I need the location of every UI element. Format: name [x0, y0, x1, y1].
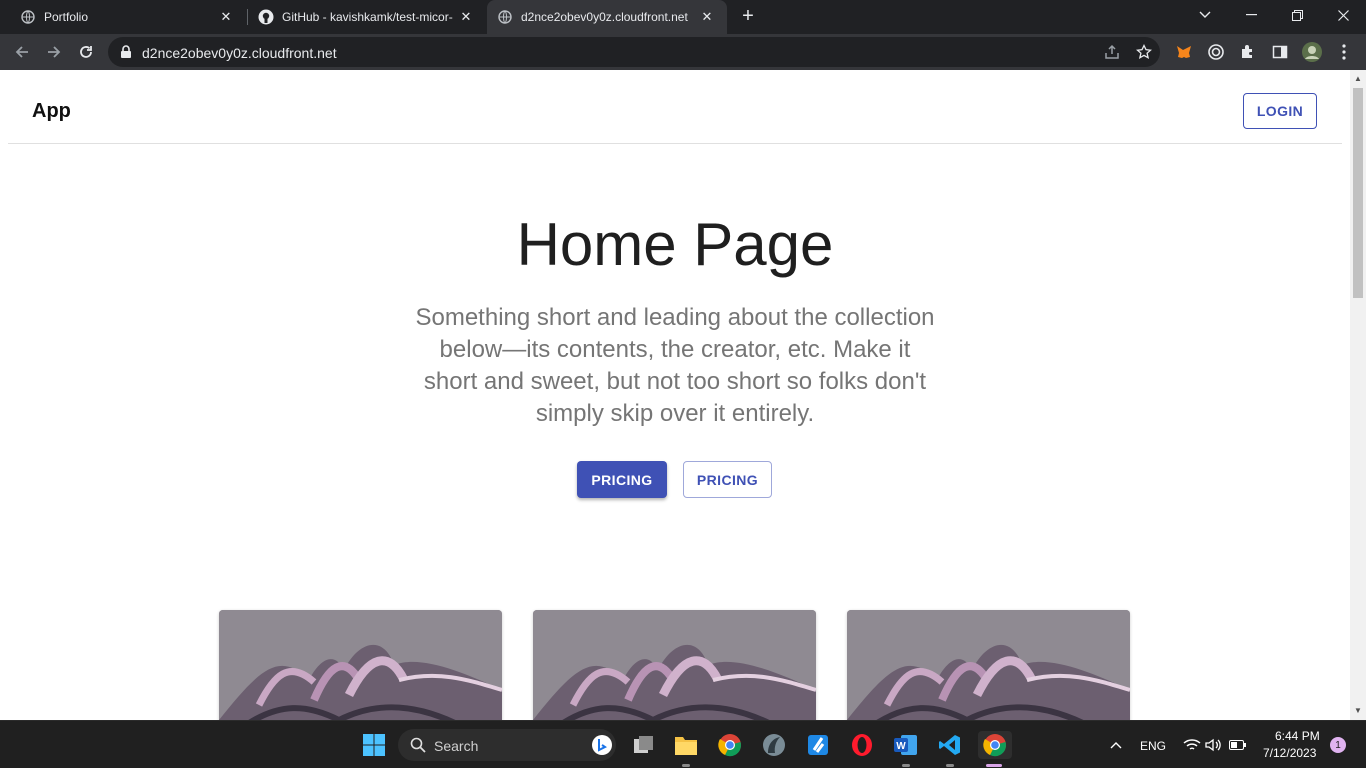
restore-button[interactable] [1274, 0, 1320, 30]
share-icon[interactable] [1104, 44, 1120, 60]
language-indicator[interactable]: ENG [1140, 739, 1166, 753]
tab-github[interactable]: GitHub - kavishkamk/test-micor- ✕ [238, 0, 486, 34]
chevron-down-icon [1199, 11, 1211, 18]
arrow-right-icon [48, 46, 61, 58]
chrome-active-icon[interactable] [978, 731, 1012, 759]
running-indicator [682, 764, 690, 767]
close-icon[interactable]: ✕ [699, 9, 715, 25]
lock-icon[interactable] [120, 45, 132, 64]
page-viewport: App LOGIN Home Page Something short and … [0, 70, 1350, 720]
windows-taskbar: Search W ENG 6:44 PM 7/12/2023 1 [0, 720, 1366, 768]
page-scrollbar[interactable]: ▲ ▼ [1350, 70, 1366, 720]
clock-date[interactable]: 7/12/2023 [1263, 746, 1316, 760]
flutter-icon[interactable] [804, 731, 832, 759]
abstract-art-image [847, 610, 1130, 720]
task-view-icon[interactable] [630, 731, 658, 759]
file-explorer-icon[interactable] [672, 731, 700, 759]
brand-title[interactable]: App [32, 100, 71, 123]
running-indicator [946, 764, 954, 767]
battery-icon[interactable] [1224, 731, 1252, 759]
tab-title: d2nce2obev0y0z.cloudfront.net [521, 10, 688, 24]
url-text: d2nce2obev0y0z.cloudfront.net [142, 45, 337, 61]
tab-title: Portfolio [44, 10, 89, 24]
clock-time[interactable]: 6:44 PM [1275, 729, 1320, 743]
notification-badge[interactable]: 1 [1330, 737, 1346, 753]
tab-cloudfront[interactable]: d2nce2obev0y0z.cloudfront.net ✕ [487, 0, 727, 34]
word-icon[interactable]: W [892, 731, 920, 759]
svg-text:W: W [896, 741, 906, 752]
close-window-button[interactable] [1320, 0, 1366, 30]
extensions-puzzle-icon[interactable] [1238, 42, 1258, 62]
chevron-up-icon[interactable] [1102, 731, 1130, 759]
address-bar[interactable]: d2nce2obev0y0z.cloudfront.net [108, 37, 1160, 67]
search-icon [410, 737, 426, 753]
taskbar-search[interactable]: Search [398, 729, 616, 761]
vscode-icon[interactable] [936, 731, 964, 759]
tab-search-button[interactable] [1182, 0, 1228, 30]
scroll-down-arrow[interactable]: ▼ [1354, 707, 1362, 715]
app-round-icon[interactable] [760, 731, 788, 759]
new-tab-button[interactable]: + [738, 6, 758, 26]
minimize-button[interactable] [1228, 0, 1274, 30]
bing-icon [592, 735, 612, 755]
globe-icon [497, 9, 513, 25]
globe-icon [20, 9, 36, 25]
active-indicator [986, 764, 1002, 767]
card-image[interactable] [847, 610, 1130, 720]
bookmark-star-icon[interactable] [1136, 44, 1152, 60]
pricing-secondary-button[interactable]: PRICING [683, 461, 772, 498]
abstract-art-image [533, 610, 816, 720]
card-image[interactable] [533, 610, 816, 720]
arrow-left-icon [15, 46, 28, 58]
scrollbar-thumb[interactable] [1353, 88, 1363, 298]
login-button[interactable]: LOGIN [1243, 93, 1317, 129]
target-extension-icon[interactable] [1206, 42, 1226, 62]
back-button[interactable] [10, 40, 34, 64]
tab-strip: Portfolio ✕ GitHub - kavishkamk/test-mic… [0, 0, 1366, 34]
close-icon[interactable]: ✕ [458, 9, 474, 25]
pricing-primary-button[interactable]: PRICING [577, 461, 667, 498]
page-title: Home Page [516, 211, 834, 278]
abstract-art-image [219, 610, 502, 720]
card-image[interactable] [219, 610, 502, 720]
hero-description: Something short and leading about the co… [415, 304, 935, 427]
metamask-icon[interactable] [1174, 42, 1194, 62]
browser-toolbar: d2nce2obev0y0z.cloudfront.net [0, 34, 1366, 70]
reload-button[interactable] [74, 40, 98, 64]
forward-button[interactable] [42, 40, 66, 64]
running-indicator [902, 764, 910, 767]
opera-icon[interactable] [848, 731, 876, 759]
github-icon [258, 9, 274, 25]
windows-logo-icon [363, 734, 385, 756]
app-header: App LOGIN [8, 70, 1342, 144]
profile-avatar-icon[interactable] [1302, 42, 1322, 62]
scroll-up-arrow[interactable]: ▲ [1354, 75, 1362, 83]
reload-icon [80, 46, 92, 58]
close-icon[interactable]: ✕ [218, 9, 234, 25]
menu-kebab-icon[interactable] [1334, 42, 1354, 62]
search-label: Search [434, 738, 479, 754]
tab-portfolio[interactable]: Portfolio ✕ [0, 0, 246, 34]
start-button[interactable] [360, 731, 388, 759]
chrome-icon[interactable] [716, 731, 744, 759]
tab-title: GitHub - kavishkamk/test-micor- [282, 10, 453, 24]
side-panel-icon[interactable] [1270, 42, 1290, 62]
